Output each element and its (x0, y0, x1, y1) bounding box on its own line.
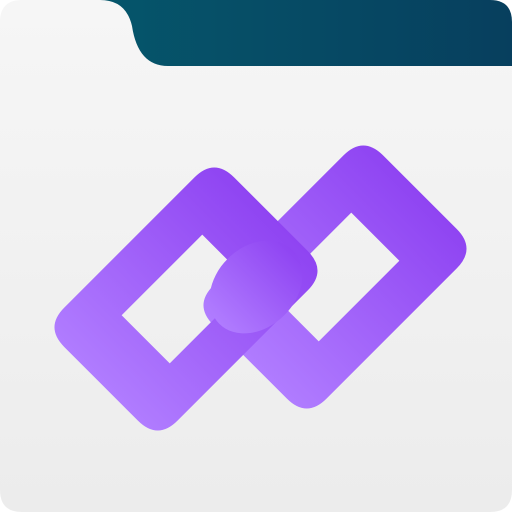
folder-graphic (0, 0, 512, 512)
folder-tab (96, 0, 512, 66)
linked-folder-icon (0, 0, 512, 512)
